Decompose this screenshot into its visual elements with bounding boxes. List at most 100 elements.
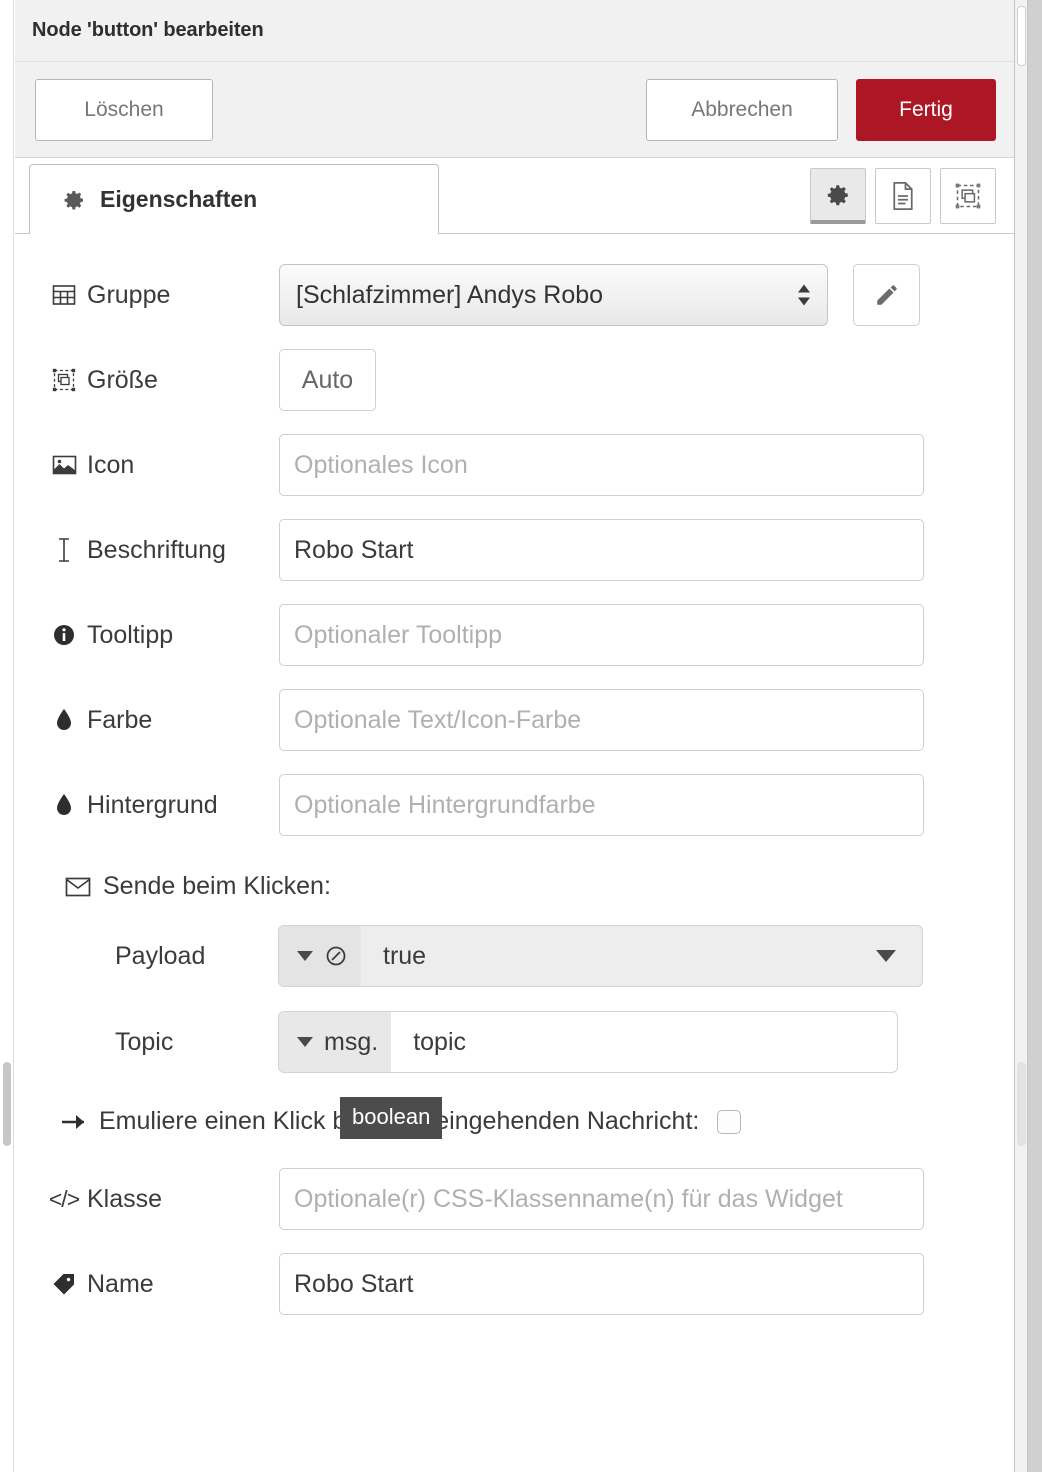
droplet-icon bbox=[51, 793, 77, 817]
send-on-click-text: Sende beim Klicken: bbox=[103, 872, 331, 900]
name-input[interactable] bbox=[279, 1253, 924, 1315]
appearance-icon bbox=[954, 182, 982, 210]
caption-input[interactable] bbox=[279, 519, 924, 581]
type-tooltip: boolean bbox=[340, 1097, 443, 1139]
payload-value-text: true bbox=[383, 941, 427, 970]
topic-type-prefix: msg. bbox=[324, 1027, 379, 1056]
label-tooltip-text: Tooltipp bbox=[87, 620, 174, 649]
topic-typed-input[interactable]: msg. topic bbox=[278, 1011, 898, 1073]
label-payload: Payload bbox=[115, 941, 206, 970]
chevron-updown-icon bbox=[797, 284, 811, 306]
label-background-text: Hintergrund bbox=[87, 790, 218, 819]
droplet-icon bbox=[51, 708, 77, 732]
payload-typed-input[interactable]: true bbox=[278, 925, 923, 987]
row-size: Größe Auto bbox=[15, 349, 1014, 411]
row-tooltip: Tooltipp bbox=[15, 604, 1014, 666]
cancel-button[interactable]: Abbrechen bbox=[646, 78, 838, 141]
table-icon bbox=[51, 284, 77, 306]
row-payload: Payload true bbox=[15, 925, 1014, 987]
outer-scrollbar-gutter bbox=[1028, 0, 1042, 1472]
image-icon bbox=[51, 454, 77, 476]
group-select[interactable]: [Schlafzimmer] Andys Robo bbox=[279, 264, 828, 326]
chevron-down-icon bbox=[297, 951, 313, 961]
arrow-right-icon bbox=[61, 1112, 87, 1132]
label-class: </> Klasse bbox=[48, 1184, 279, 1214]
dialog-title-text: Node 'button' bearbeiten bbox=[32, 19, 264, 41]
send-on-click-heading: Sende beim Klicken: bbox=[15, 872, 1014, 901]
row-icon: Icon bbox=[15, 434, 1014, 496]
right-scrollbar-track[interactable] bbox=[1014, 0, 1028, 1472]
label-caption: Beschriftung bbox=[51, 536, 279, 565]
row-group: Gruppe [Schlafzimmer] Andys Robo bbox=[15, 264, 1014, 326]
text-cursor-icon bbox=[51, 537, 77, 563]
topic-value-text: topic bbox=[413, 1027, 466, 1056]
description-icon bbox=[890, 181, 916, 211]
row-background: Hintergrund bbox=[15, 774, 1014, 836]
row-topic: Topic msg. topic bbox=[15, 1011, 1014, 1073]
chevron-down-icon bbox=[297, 1037, 313, 1047]
label-tooltip: Tooltipp bbox=[51, 621, 279, 650]
properties-panel: Gruppe [Schlafzimmer] Andys Robo Größe A… bbox=[15, 234, 1014, 1315]
icon-input[interactable] bbox=[279, 434, 924, 496]
tooltip-input[interactable] bbox=[279, 604, 924, 666]
node-edit-dialog: Node 'button' bearbeiten Löschen Abbrech… bbox=[15, 0, 1014, 1472]
tab-icon-appearance[interactable] bbox=[940, 168, 996, 224]
code-icon: </> bbox=[48, 1185, 80, 1212]
tab-properties[interactable]: Eigenschaften bbox=[29, 164, 439, 234]
background-input[interactable] bbox=[279, 774, 924, 836]
resize-icon bbox=[51, 368, 77, 392]
payload-type-button[interactable] bbox=[279, 926, 361, 986]
label-icon-field: Icon bbox=[51, 451, 279, 480]
tab-icon-group bbox=[810, 168, 996, 224]
left-scrollbar-thumb[interactable] bbox=[3, 1062, 11, 1146]
label-name: Name bbox=[51, 1270, 279, 1299]
label-name-text: Name bbox=[87, 1269, 154, 1298]
tab-icon-description[interactable] bbox=[875, 168, 931, 224]
label-group: Gruppe bbox=[51, 281, 279, 310]
topic-type-button[interactable]: msg. bbox=[279, 1012, 392, 1072]
pencil-icon bbox=[874, 282, 900, 308]
row-class: </> Klasse bbox=[15, 1168, 1014, 1230]
label-icon-text: Icon bbox=[87, 450, 135, 479]
label-topic: Topic bbox=[115, 1027, 174, 1056]
tab-strip: Eigenschaften bbox=[15, 158, 1014, 234]
left-scrollbar-track[interactable] bbox=[0, 0, 14, 1472]
label-class-text: Klasse bbox=[87, 1184, 163, 1213]
delete-button[interactable]: Löschen bbox=[35, 78, 213, 141]
gear-icon bbox=[62, 188, 86, 212]
tag-icon bbox=[51, 1272, 77, 1296]
tab-icon-properties[interactable] bbox=[810, 168, 866, 224]
label-size: Größe bbox=[51, 366, 279, 395]
color-input[interactable] bbox=[279, 689, 924, 751]
info-icon bbox=[51, 623, 77, 647]
tab-properties-label: Eigenschaften bbox=[100, 186, 258, 212]
size-button[interactable]: Auto bbox=[279, 349, 376, 411]
emulate-click-checkbox[interactable] bbox=[717, 1109, 742, 1134]
topic-value-field[interactable]: topic bbox=[391, 1012, 897, 1072]
payload-value-field[interactable]: true bbox=[361, 926, 922, 986]
row-emulate-click: Emuliere einen Klick bei einer eingehend… bbox=[15, 1107, 1014, 1136]
row-caption: Beschriftung bbox=[15, 519, 1014, 581]
label-group-text: Gruppe bbox=[87, 280, 171, 309]
label-caption-text: Beschriftung bbox=[87, 535, 226, 564]
dialog-button-bar: Löschen Abbrechen Fertig bbox=[15, 62, 1014, 158]
label-color: Farbe bbox=[51, 706, 279, 735]
class-input[interactable] bbox=[279, 1168, 924, 1230]
label-color-text: Farbe bbox=[87, 705, 153, 734]
dialog-header: Node 'button' bearbeiten bbox=[15, 0, 1014, 62]
right-scrollbar-thumb-top[interactable] bbox=[1017, 6, 1026, 66]
done-button[interactable]: Fertig bbox=[856, 78, 996, 141]
row-name: Name bbox=[15, 1253, 1014, 1315]
label-background: Hintergrund bbox=[51, 791, 279, 820]
label-size-text: Größe bbox=[87, 365, 158, 394]
envelope-icon bbox=[65, 877, 91, 897]
editor-viewport: Node 'button' bearbeiten Löschen Abbrech… bbox=[0, 0, 1042, 1472]
gear-icon bbox=[825, 182, 851, 208]
edit-group-button[interactable] bbox=[853, 264, 920, 326]
primary-actions: Abbrechen Fertig bbox=[646, 78, 998, 141]
right-scrollbar-thumb[interactable] bbox=[1017, 1062, 1026, 1146]
boolean-icon bbox=[324, 944, 348, 968]
chevron-down-icon[interactable] bbox=[876, 950, 896, 962]
group-select-value: [Schlafzimmer] Andys Robo bbox=[296, 280, 604, 309]
row-color: Farbe bbox=[15, 689, 1014, 751]
